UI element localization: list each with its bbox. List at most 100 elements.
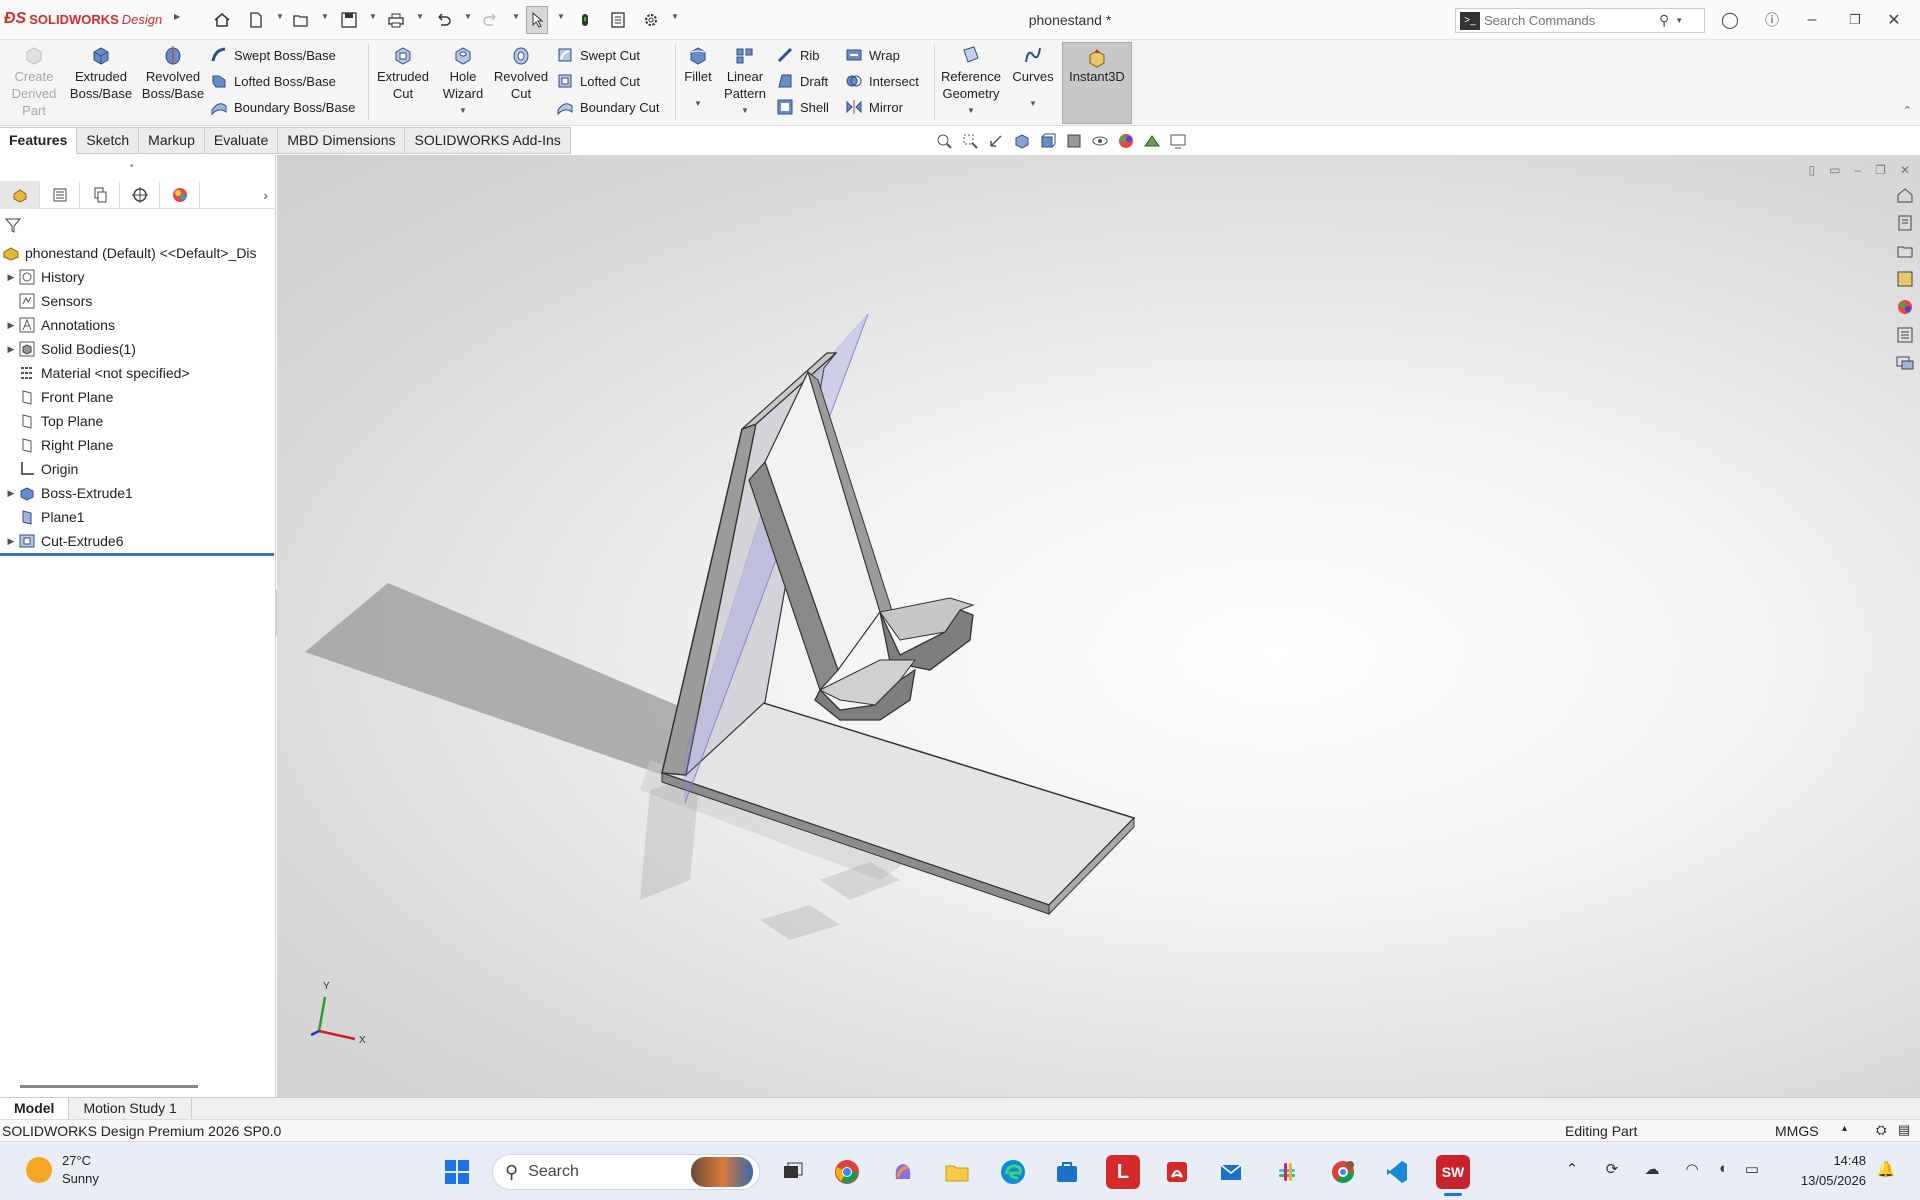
search-commands-input[interactable] — [1484, 13, 1659, 28]
design-library-icon[interactable] — [1895, 213, 1915, 233]
print-icon[interactable] — [385, 9, 407, 31]
apply-scene-icon[interactable] — [1143, 132, 1161, 150]
tree-item-material[interactable]: Material <not specified> — [0, 361, 274, 385]
file-explorer-taskbar-icon[interactable] — [940, 1155, 974, 1189]
sync-icon[interactable]: ⟳ — [1602, 1160, 1622, 1180]
options-gear-icon[interactable] — [640, 9, 662, 31]
l-app-icon[interactable]: L — [1106, 1155, 1140, 1189]
viewport-close-icon[interactable]: ✕ — [1900, 163, 1910, 177]
lofted-cut-button[interactable]: Lofted Cut — [556, 70, 640, 92]
battery-icon[interactable]: ▭ — [1742, 1160, 1762, 1180]
pdf-reader-icon[interactable] — [1160, 1155, 1194, 1189]
save-icon[interactable] — [338, 9, 360, 31]
tab-evaluate[interactable]: Evaluate — [204, 127, 279, 154]
tree-item-annotations[interactable]: ▶ Annotations — [0, 313, 274, 337]
view-settings-icon[interactable] — [1169, 132, 1187, 150]
tab-motion-study-1[interactable]: Motion Study 1 — [69, 1098, 192, 1119]
propertymanager-tab-icon[interactable] — [40, 181, 80, 209]
section-view-icon[interactable] — [1013, 132, 1031, 150]
expand-arrow-icon[interactable]: ▶ — [4, 536, 18, 547]
units-caret-icon[interactable]: ▴ — [1842, 1123, 1847, 1134]
wifi-icon[interactable]: ◠ — [1682, 1160, 1702, 1180]
tile-window-icon[interactable]: ▯ — [1809, 163, 1816, 177]
tree-item-boss-extrude1[interactable]: ▶ Boss-Extrude1 — [0, 481, 274, 505]
expand-arrow-icon[interactable]: ▶ — [4, 320, 18, 331]
extruded-cut-button[interactable]: Extruded Cut — [374, 44, 432, 102]
featuremanager-tab-icon[interactable] — [0, 181, 40, 209]
menu-expand-icon[interactable]: ▶ — [174, 12, 180, 21]
open-icon[interactable] — [290, 9, 312, 31]
tree-item-cut-extrude6[interactable]: ▶ Cut-Extrude6 — [0, 529, 274, 553]
phone-stand-model[interactable] — [277, 155, 1920, 1097]
filter-icon[interactable] — [4, 216, 24, 234]
file-explorer-icon[interactable] — [1895, 241, 1915, 261]
lofted-boss-button[interactable]: Lofted Boss/Base — [210, 70, 336, 92]
linear-pattern-caret-icon[interactable]: ▼ — [741, 102, 749, 119]
task-view-icon[interactable] — [776, 1155, 810, 1189]
view-orientation-icon[interactable] — [1039, 132, 1057, 150]
rebuild-status-icon[interactable]: ⛭ — [1876, 1122, 1886, 1138]
extruded-boss-button[interactable]: Extruded Boss/Base — [68, 44, 134, 102]
home-icon[interactable] — [211, 9, 233, 31]
zoom-to-area-icon[interactable] — [961, 132, 979, 150]
show-hidden-icons-icon[interactable]: ⌃ — [1562, 1160, 1582, 1180]
linear-pattern-button[interactable]: Linear Pattern ▼ — [718, 44, 772, 119]
zoom-to-fit-icon[interactable] — [935, 132, 953, 150]
save-caret-icon[interactable]: ▼ — [369, 12, 377, 21]
hide-show-items-icon[interactable] — [1091, 132, 1109, 150]
file-properties-icon[interactable] — [607, 9, 629, 31]
instant3d-button[interactable]: Instant3D — [1062, 42, 1132, 124]
tree-item-origin[interactable]: Origin — [0, 457, 274, 481]
select-caret-icon[interactable]: ▼ — [557, 12, 565, 21]
tree-item-solid-bodies[interactable]: ▶ Solid Bodies(1) — [0, 337, 274, 361]
help-icon[interactable]: ⓘ — [1762, 10, 1782, 30]
collapse-ribbon-icon[interactable]: ⌃ — [1903, 104, 1912, 117]
curves-caret-icon[interactable]: ▼ — [1029, 95, 1037, 112]
custom-properties-icon[interactable] — [1895, 325, 1915, 345]
mirror-button[interactable]: Mirror — [845, 96, 903, 118]
dimxpertmanager-tab-icon[interactable] — [120, 181, 160, 209]
rib-button[interactable]: Rib — [776, 44, 820, 66]
tree-item-sensors[interactable]: Sensors — [0, 289, 274, 313]
tree-item-right-plane[interactable]: Right Plane — [0, 433, 274, 457]
revolved-cut-button[interactable]: Revolved Cut — [494, 44, 548, 102]
edge-icon[interactable] — [996, 1155, 1030, 1189]
search-icon[interactable]: ⚲ — [1659, 12, 1669, 29]
account-icon[interactable]: ◯ — [1720, 10, 1740, 30]
fillet-caret-icon[interactable]: ▼ — [694, 95, 702, 112]
hole-wizard-caret-icon[interactable]: ▼ — [459, 102, 467, 119]
panel-horizontal-scrollbar[interactable] — [20, 1085, 198, 1088]
tree-item-history[interactable]: ▶ History — [0, 265, 274, 289]
taskbar-search-box[interactable]: ⚲ Search — [492, 1154, 760, 1190]
create-derived-part-button[interactable]: Create Derived Part — [8, 44, 60, 119]
system-clock[interactable]: 14:48 13/05/2026 — [1786, 1151, 1866, 1191]
quick-tips-icon[interactable]: ▤ — [1898, 1122, 1910, 1138]
reference-geometry-button[interactable]: Reference Geometry ▼ — [938, 44, 1004, 119]
notifications-icon[interactable]: 🔔 — [1876, 1160, 1896, 1180]
new-caret-icon[interactable]: ▼ — [276, 12, 284, 21]
solidworks-logo[interactable]: ƉS SOLIDWORKS Design — [4, 10, 162, 28]
tab-mbd-dimensions[interactable]: MBD Dimensions — [278, 127, 406, 154]
chrome-profile-icon[interactable] — [1326, 1155, 1360, 1189]
fillet-button[interactable]: Fillet ▼ — [680, 44, 716, 112]
outlook-icon[interactable] — [1214, 1155, 1248, 1189]
volume-icon[interactable]: ◖ — [1712, 1160, 1732, 1180]
solidworks-resources-icon[interactable] — [1895, 185, 1915, 205]
revolved-boss-button[interactable]: Revolved Boss/Base — [140, 44, 206, 102]
wrap-button[interactable]: Wrap — [845, 44, 900, 66]
windows-start-icon[interactable] — [440, 1155, 474, 1189]
cascade-window-icon[interactable]: ▭ — [1829, 163, 1840, 177]
tree-root-part[interactable]: phonestand (Default) <<Default>_Dis — [0, 241, 274, 265]
rollback-bar[interactable] — [0, 553, 274, 556]
tab-model[interactable]: Model — [0, 1098, 70, 1119]
reference-geometry-caret-icon[interactable]: ▼ — [967, 102, 975, 119]
tab-sketch[interactable]: Sketch — [77, 127, 140, 154]
viewport-restore-icon[interactable]: ❐ — [1875, 163, 1886, 177]
appearances-icon[interactable] — [1895, 297, 1915, 317]
search-caret-icon[interactable]: ▼ — [1675, 16, 1683, 25]
rebuild-icon[interactable] — [574, 9, 596, 31]
search-commands-box[interactable]: >_ ⚲ ▼ — [1455, 8, 1705, 33]
viewport-minimize-icon[interactable]: – — [1854, 163, 1861, 177]
chrome-icon[interactable] — [830, 1155, 864, 1189]
tree-item-plane1[interactable]: Plane1 — [0, 505, 274, 529]
